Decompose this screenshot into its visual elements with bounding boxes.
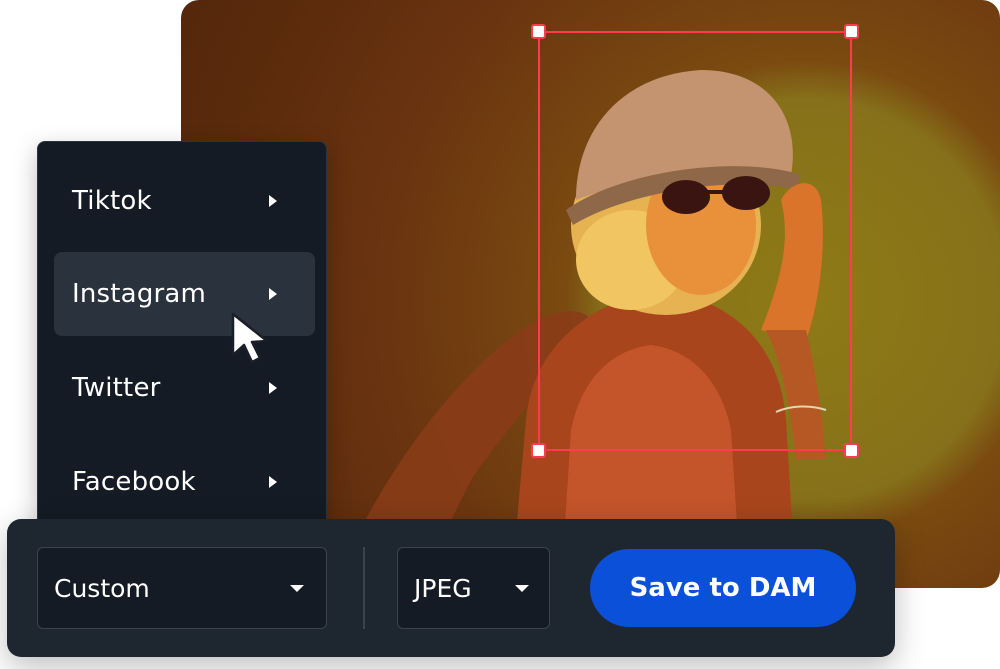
save-to-dam-button[interactable]: Save to DAM	[590, 549, 856, 627]
crop-handle-bottom-right[interactable]	[844, 443, 859, 458]
crop-handle-bottom-left[interactable]	[531, 443, 546, 458]
chevron-right-icon	[269, 476, 277, 488]
size-select-value: Custom	[54, 573, 150, 603]
toolbar-divider	[363, 547, 365, 629]
chevron-right-icon	[269, 195, 277, 207]
chevron-down-icon	[290, 584, 304, 592]
size-select[interactable]: Custom	[37, 547, 327, 629]
menu-item-label: Instagram	[72, 279, 207, 309]
crop-frame[interactable]	[531, 24, 859, 458]
crop-handle-top-right[interactable]	[844, 24, 859, 39]
format-select-value: JPEG	[414, 573, 472, 603]
menu-item-label: Twitter	[72, 373, 161, 403]
menu-item-label: Tiktok	[72, 186, 152, 216]
menu-item-tiktok[interactable]: Tiktok	[54, 159, 315, 243]
menu-item-facebook[interactable]: Facebook	[54, 440, 315, 524]
crop-handle-top-left[interactable]	[531, 24, 546, 39]
export-toolbar: Custom JPEG Save to DAM	[7, 519, 895, 657]
chevron-right-icon	[269, 382, 277, 394]
menu-item-label: Facebook	[72, 467, 196, 497]
chevron-down-icon	[515, 584, 529, 592]
mouse-cursor-icon	[231, 312, 269, 364]
format-select[interactable]: JPEG	[397, 547, 550, 629]
crop-editor: Tiktok Instagram Twitter Facebook Custom…	[0, 0, 1000, 669]
chevron-right-icon	[269, 288, 277, 300]
platform-menu: Tiktok Instagram Twitter Facebook	[37, 141, 327, 538]
